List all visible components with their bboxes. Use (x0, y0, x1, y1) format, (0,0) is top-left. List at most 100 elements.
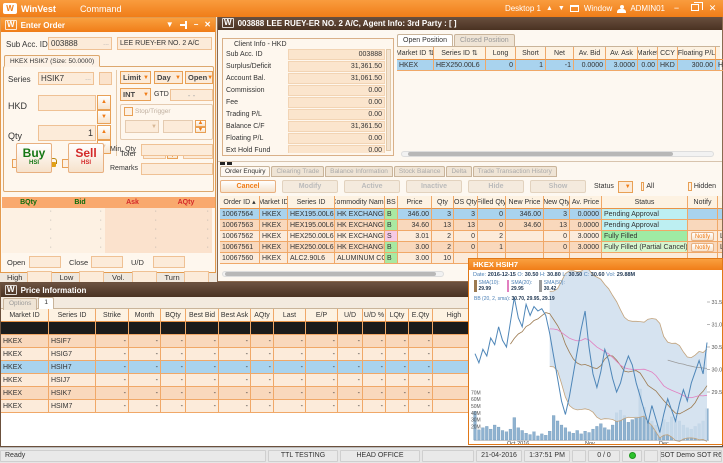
order-column-header[interactable]: Commodity Name (335, 196, 385, 209)
order-column-header[interactable]: OS Qty (454, 196, 478, 209)
price-column-header[interactable]: Last (274, 309, 306, 322)
order-column-header[interactable]: Qty (432, 196, 454, 209)
order-column-header[interactable]: Order ID ▴ (220, 196, 260, 209)
show-order-button[interactable]: Show (530, 180, 586, 193)
order-column-header[interactable]: New Qty (544, 196, 570, 209)
order-table-hscrollbar[interactable] (222, 271, 444, 277)
enter-order-titlebar[interactable]: W Enter Order ▼ − ✕ (1, 18, 215, 32)
restore-button[interactable] (688, 3, 701, 14)
order-column-header[interactable]: BS (385, 196, 398, 209)
depth-row[interactable]: ···· (2, 244, 215, 253)
pin-icon[interactable] (180, 21, 188, 29)
price-spinner[interactable]: ▲▼ (97, 95, 111, 124)
order-column-header[interactable]: Status (602, 196, 688, 209)
chart-titlebar[interactable]: HKEX HSIH7 (469, 259, 722, 270)
open-position-column-header[interactable]: Series ID ⇅ (434, 47, 486, 60)
price-column-header[interactable]: Market ID (1, 309, 49, 322)
inactive-order-button[interactable]: Inactive (406, 180, 462, 193)
price-column-header[interactable]: Month (129, 309, 161, 322)
order-row[interactable]: 10067561HKEXHEX250.00L6HK EXCHANGES ...B… (220, 242, 722, 253)
min-qty-field[interactable] (141, 144, 213, 156)
open-position-column-header[interactable]: Short (516, 47, 546, 60)
price-column-header[interactable]: Series ID (49, 309, 96, 322)
stop-trigger-price-field[interactable] (163, 120, 193, 133)
order-tab-clearing-trade[interactable]: Clearing Trade (271, 166, 324, 177)
modify-order-button[interactable]: Modify (282, 180, 338, 193)
account-type-select[interactable]: INT▼ (120, 88, 151, 101)
position-tab-closed-position[interactable]: Closed Position (454, 34, 515, 46)
price-column-header[interactable]: Strike (96, 309, 129, 322)
order-column-header[interactable]: Notify (688, 196, 718, 209)
active-order-button[interactable]: Active (344, 180, 400, 193)
gtd-field[interactable]: - - (170, 89, 213, 101)
price-column-header[interactable]: U/D % (363, 309, 386, 322)
qty-input[interactable]: 1 (38, 125, 96, 141)
order-row[interactable]: 10067563HKEXHEX195.00L6HK EXCHANGES ...B… (220, 220, 722, 231)
close-icon[interactable]: ✕ (204, 20, 211, 30)
open-position-column-header[interactable]: Net (546, 47, 574, 60)
series-tab[interactable]: HKEX HSIK7 (Size: 50.0000) (4, 55, 100, 67)
user-name[interactable]: ADMIN01 (630, 4, 665, 13)
status-filter-select[interactable]: ▼ (618, 181, 633, 193)
order-column-header[interactable]: Av. Price (570, 196, 602, 209)
open-position-column-header[interactable]: Av. Bid (574, 47, 606, 60)
open-position-column-header[interactable]: Market ID ⇅ (397, 47, 434, 60)
price-column-header[interactable]: Best Ask (219, 309, 251, 322)
open-position-column-header[interactable]: Floating P/L (678, 47, 716, 60)
desktop-down-icon[interactable]: ▼ (558, 5, 565, 12)
validity-select[interactable]: Day▼ (154, 71, 183, 84)
cancel-order-button[interactable]: Cancel (220, 180, 276, 193)
buy-button[interactable]: BuyHSI (16, 143, 52, 173)
depth-row[interactable]: ···· (2, 226, 215, 235)
depth-row[interactable]: ···· (2, 217, 215, 226)
price-column-header[interactable]: E.Qty (409, 309, 433, 322)
open-position-column-header[interactable]: Long (486, 47, 516, 60)
order-tab-trade-transaction-history[interactable]: Trade Transaction History (473, 166, 557, 177)
price-column-header[interactable]: AQty (251, 309, 274, 322)
hidden-checkbox[interactable] (688, 182, 692, 191)
minimize-icon[interactable]: − (194, 20, 199, 30)
minimize-button[interactable]: − (670, 3, 683, 14)
price-column-header[interactable]: U/D (338, 309, 363, 322)
sell-button[interactable]: SellHSI (68, 143, 104, 173)
open-position-column-header[interactable]: Av. Ask (606, 47, 638, 60)
open-position-column-header[interactable]: Comm (716, 47, 723, 60)
position-tab-open-position[interactable]: Open Position (397, 34, 453, 46)
hide-order-button[interactable]: Hide (468, 180, 524, 193)
order-tab-stock-balance[interactable]: Stock Balance (394, 166, 446, 177)
price-column-header[interactable]: BQty (161, 309, 186, 322)
menu-command[interactable]: Command (74, 3, 128, 15)
order-column-header[interactable]: Market ID (260, 196, 288, 209)
chevron-down-icon[interactable]: ▼ (166, 20, 174, 30)
depth-row[interactable]: ···· (2, 235, 215, 244)
menu-window[interactable]: Window (584, 4, 612, 13)
sub-acc-input[interactable]: 003888... (48, 37, 112, 50)
price-column-header[interactable]: Best Bid (186, 309, 219, 322)
order-tab-delta[interactable]: Delta (446, 166, 471, 177)
market-depth-body[interactable]: ···················· (2, 208, 215, 253)
notify-button[interactable]: Notify (691, 243, 714, 252)
series-picker-button[interactable] (99, 72, 112, 85)
client-info-scrollbar[interactable] (386, 49, 391, 151)
price-column-header[interactable]: LQty (386, 309, 409, 322)
order-tab-balance-information[interactable]: Balance Information (325, 166, 393, 177)
open-close-select[interactable]: Open▼ (185, 71, 213, 84)
stop-trigger-checkbox[interactable] (124, 107, 133, 116)
order-column-header[interactable]: Series ID (288, 196, 335, 209)
price-tab-1[interactable]: 1 (38, 297, 54, 309)
open-position-hscrollbar[interactable] (401, 151, 714, 157)
open-position-row[interactable]: HKEXHEX250.00L601-10.00003.00000.00HKD30… (397, 60, 720, 71)
remarks-field[interactable] (141, 163, 213, 175)
order-row[interactable]: 10067562HKEXHEX250.00L6HK EXCHANGES ...S… (220, 231, 722, 242)
chart-body[interactable]: 31.531.030.530.029.570M60M50M40M30M20MOc… (469, 270, 722, 444)
price-input[interactable] (38, 95, 96, 111)
series-input[interactable]: HSIK7... (38, 72, 94, 85)
order-column-header[interactable]: O (718, 196, 722, 209)
desktop-up-icon[interactable]: ▲ (546, 5, 553, 12)
depth-row[interactable]: ···· (2, 208, 215, 217)
close-button[interactable]: ✕ (706, 3, 719, 14)
desktop-selector[interactable]: Desktop 1 (505, 4, 541, 13)
stop-trigger-spinner[interactable]: ▲▼ (195, 120, 206, 133)
open-position-column-header[interactable]: Market (638, 47, 658, 60)
price-column-header[interactable]: E/P (306, 309, 338, 322)
